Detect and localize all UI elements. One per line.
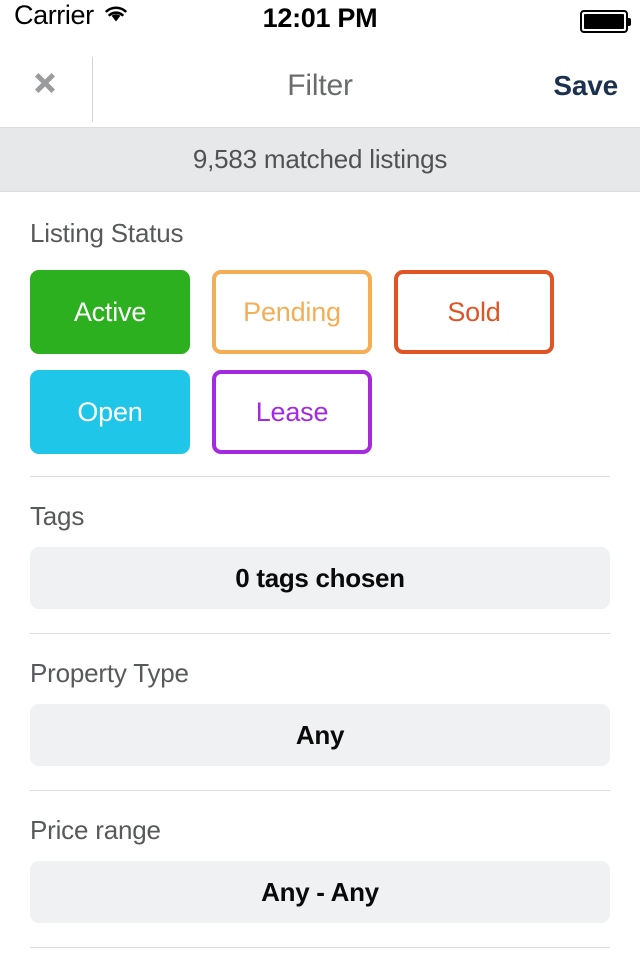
status-chip-sold[interactable]: Sold [394,270,554,354]
status-bar: Carrier 12:01 PM [0,0,640,44]
status-chip-label: Lease [255,396,329,427]
tags-value: 0 tags chosen [235,562,405,593]
section-tags: Tags 0 tags chosen [0,477,640,633]
matched-listings-count: 9,583 matched listings [192,144,448,174]
section-beds-baths: Beds Baths [0,948,640,960]
save-button[interactable]: Save [553,70,618,102]
listing-status-chip-row: Active Pending Sold [30,270,610,354]
listing-status-chip-row: Open Lease [30,370,610,454]
tags-field[interactable]: 0 tags chosen [30,547,610,609]
page-title: Filter [287,68,353,102]
listing-status-chips: Active Pending Sold Open Lease [30,270,610,454]
tags-label: Tags [30,501,85,531]
property-type-label: Property Type [30,658,189,688]
property-type-field[interactable]: Any [30,704,610,766]
status-chip-label: Sold [447,296,501,327]
status-chip-active[interactable]: Active [30,270,190,354]
price-range-value: Any - Any [261,876,379,907]
price-range-field[interactable]: Any - Any [30,861,610,923]
status-chip-pending[interactable]: Pending [212,270,372,354]
status-chip-lease[interactable]: Lease [212,370,372,454]
section-listing-status: Listing Status Active Pending Sold Open [0,192,640,476]
navigation-bar: Filter Save [0,44,640,127]
price-range-label: Price range [30,815,161,845]
status-chip-open[interactable]: Open [30,370,190,454]
battery-full-icon [580,10,631,33]
status-bar-time: 12:01 PM [262,3,378,33]
status-chip-label: Active [73,296,147,327]
filter-screen: Carrier 12:01 PM Filter Save 9,583 match… [0,0,640,960]
filter-content: Listing Status Active Pending Sold Open [0,192,640,960]
status-chip-label: Pending [243,296,341,327]
status-bar-right [580,10,631,33]
listing-status-label: Listing Status [30,218,184,248]
status-chip-label: Open [77,396,143,427]
section-price-range: Price range Any - Any [0,791,640,947]
section-property-type: Property Type Any [0,634,640,790]
property-type-value: Any [295,719,345,750]
matched-listings-banner: 9,583 matched listings [0,127,640,192]
